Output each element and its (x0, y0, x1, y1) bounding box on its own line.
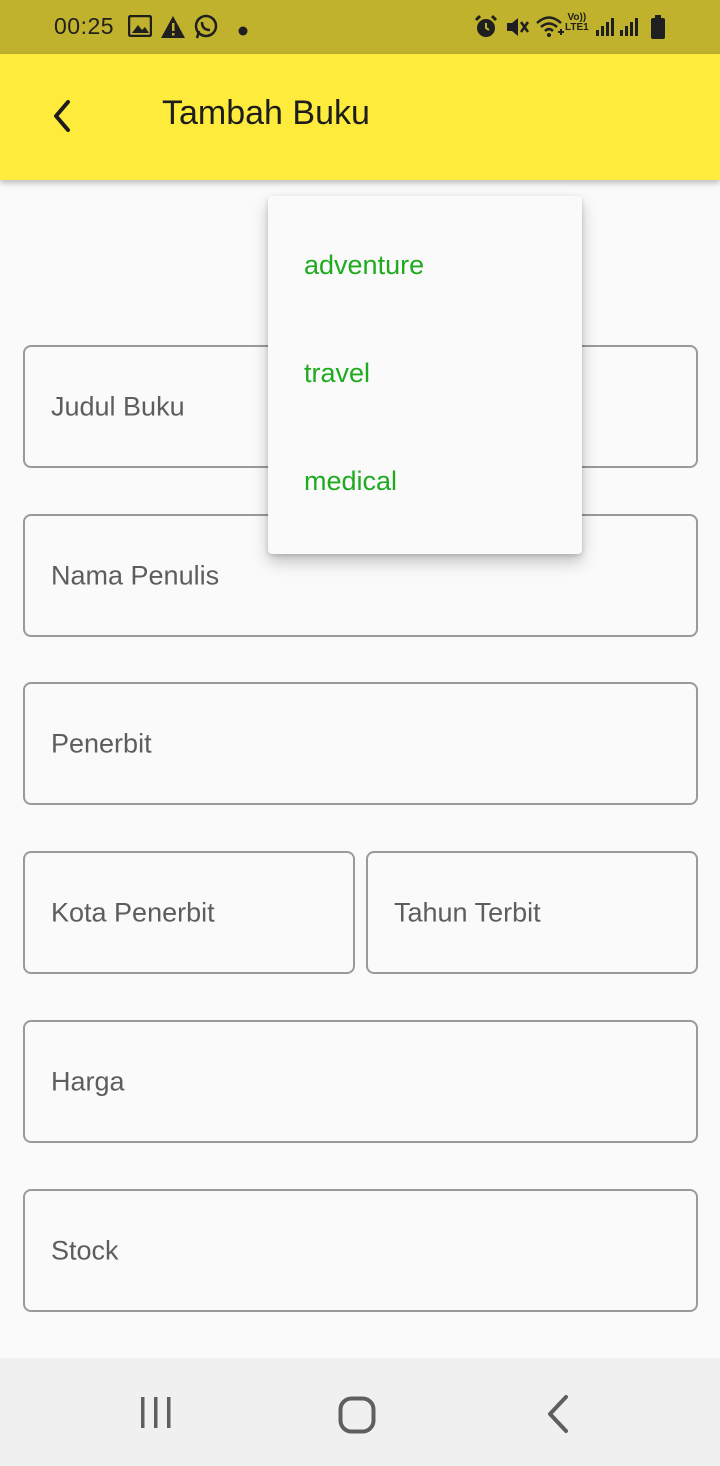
harga-label: Harga (51, 1066, 125, 1096)
warning-icon (160, 15, 186, 44)
dot-icon (238, 23, 248, 41)
dropdown-option-adventure[interactable]: adventure (304, 250, 424, 281)
judul-buku-label: Judul Buku (51, 391, 185, 421)
home-button[interactable] (338, 1396, 376, 1439)
category-dropdown-menu: adventure travel medical (268, 196, 582, 554)
kota-penerbit-field[interactable]: Kota Penerbit (23, 851, 355, 974)
penerbit-label: Penerbit (51, 728, 152, 758)
nav-back-button[interactable] (544, 1394, 574, 1439)
stock-label: Stock (51, 1235, 119, 1265)
alarm-icon (473, 14, 499, 45)
app-bar: Tambah Buku (0, 54, 720, 180)
whatsapp-icon (193, 14, 219, 45)
signal-icon (594, 16, 616, 43)
harga-field[interactable]: Harga (23, 1020, 698, 1143)
wifi-icon (535, 14, 565, 45)
battery-icon (650, 14, 666, 45)
volte-icon: Vo)) LTE1 (565, 12, 589, 33)
back-button[interactable] (44, 94, 84, 138)
recents-icon (141, 1397, 171, 1428)
kota-penerbit-label: Kota Penerbit (51, 897, 215, 927)
page-title: Tambah Buku (162, 94, 370, 132)
dropdown-option-medical[interactable]: medical (304, 466, 397, 497)
stock-field[interactable]: Stock (23, 1189, 698, 1312)
penerbit-field[interactable]: Penerbit (23, 682, 698, 805)
home-icon (338, 1396, 376, 1434)
tahun-terbit-field[interactable]: Tahun Terbit (366, 851, 698, 974)
signal-icon (618, 16, 640, 43)
back-arrow-icon (54, 100, 70, 132)
nav-back-icon (548, 1395, 568, 1433)
gallery-icon (127, 14, 153, 42)
status-time: 00:25 (54, 13, 115, 39)
tahun-terbit-label: Tahun Terbit (394, 897, 541, 927)
mute-icon (504, 14, 530, 45)
nama-penulis-label: Nama Penulis (51, 560, 220, 590)
status-bar: 00:25 Vo)) LTE1 (0, 0, 720, 54)
system-nav-bar (0, 1358, 720, 1466)
recents-button[interactable] (138, 1394, 174, 1435)
dropdown-option-travel[interactable]: travel (304, 358, 370, 389)
